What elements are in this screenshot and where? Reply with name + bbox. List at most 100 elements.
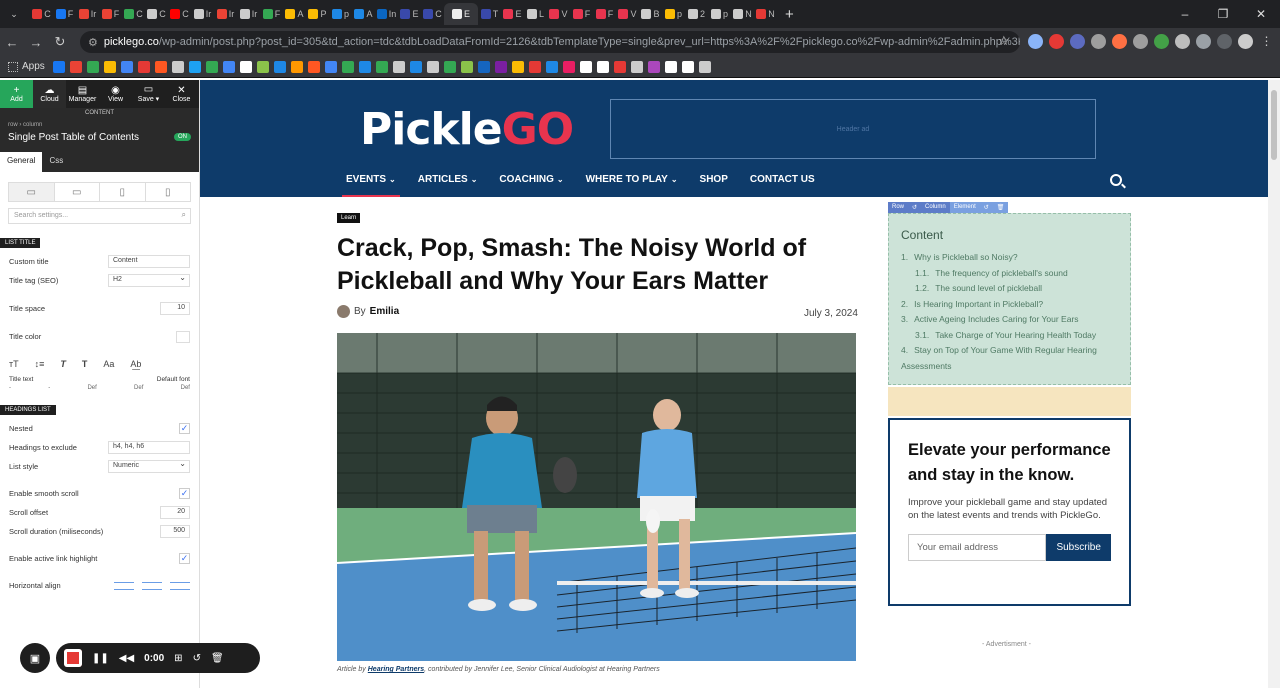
extension-icon[interactable] [1175,34,1190,49]
browser-tab[interactable]: F [593,3,616,25]
back-icon[interactable]: ← [0,35,24,50]
browser-tab[interactable]: C [30,3,53,25]
bookmark-icon[interactable] [443,60,456,73]
bold-icon[interactable]: T [82,359,88,369]
bookmark-icon[interactable] [681,60,694,73]
bookmark-icon[interactable] [256,60,269,73]
browser-tab[interactable]: B [639,3,662,25]
toc-item[interactable]: 1. Why is Pickleball so Noisy? [901,250,1118,266]
extension-icon[interactable] [1154,34,1169,49]
minimize-button[interactable]: – [1166,0,1204,28]
line-height-icon[interactable]: ↕≡ [35,359,45,369]
new-tab-button[interactable]: + [785,6,794,23]
site-info-icon[interactable]: ⚙ [88,36,98,49]
bookmark-icon[interactable] [171,60,184,73]
url-input[interactable]: ⚙ picklego.co/wp-admin/post.php?post_id=… [80,31,1020,53]
picklego-logo[interactable]: PickleGO [360,104,574,155]
element-control[interactable]: Column [921,202,950,213]
toolbar-plus-button[interactable]: + Add [0,80,33,108]
align-left-icon[interactable] [114,581,134,590]
menu-item-coaching[interactable]: COACHING ⌄ [499,174,563,197]
extension-icon[interactable] [1070,34,1085,49]
bookmark-icon[interactable] [375,60,388,73]
camera-icon[interactable]: ▣ [20,643,50,673]
search-icon[interactable] [1110,174,1122,186]
browser-tab[interactable]: F [53,3,76,25]
typo-default[interactable]: - [48,385,50,397]
bookmark-icon[interactable] [324,60,337,73]
browser-tab[interactable]: N [731,3,754,25]
bookmark-icon[interactable] [545,60,558,73]
bookmark-icon[interactable] [290,60,303,73]
toc-item[interactable]: 3.1. Take Charge of Your Hearing Health T… [901,328,1118,344]
bookmark-icon[interactable] [52,60,65,73]
split-icon[interactable] [1217,34,1232,49]
reload-icon[interactable]: ↻ [48,34,72,50]
bookmark-icon[interactable] [307,60,320,73]
bookmark-icon[interactable] [103,60,116,73]
toolbar-close-button[interactable]: ✕ Close [165,80,198,108]
browser-tab[interactable]: C [421,3,444,25]
bookmark-icon[interactable] [511,60,524,73]
align-right-icon[interactable] [170,581,190,590]
table-of-contents[interactable]: Content 1. Why is Pickleball so Noisy? 1.1… [888,213,1131,385]
puzzle-icon[interactable] [1196,34,1211,49]
tab-search-icon[interactable]: ⌄ [6,6,22,22]
phone-icon[interactable]: ▯ [146,183,191,201]
smooth-scroll-checkbox[interactable]: ✓ [179,488,190,499]
stop-record-button[interactable] [64,649,82,667]
extension-icon[interactable] [1133,34,1148,49]
toolbar-save-button[interactable]: ▭ Save ▾ [132,80,165,108]
custom-title-input[interactable]: Content [108,255,190,268]
browser-tab[interactable]: F [99,3,122,25]
grid-icon[interactable]: ⊞ [174,653,182,664]
desktop-icon[interactable]: ▭ [9,183,55,201]
forward-icon[interactable]: → [24,35,48,50]
menu-item-articles[interactable]: ARTICLES ⌄ [418,174,478,197]
tab-general[interactable]: General [0,152,43,172]
bookmark-icon[interactable] [341,60,354,73]
scrollbar-thumb[interactable] [1271,90,1277,160]
letter-spacing-icon[interactable]: A͟b [130,359,141,369]
browser-tab[interactable]: P [306,3,329,25]
extension-icon[interactable] [1028,34,1043,49]
active-link-checkbox[interactable]: ✓ [179,553,190,564]
browser-tab[interactable]: T [478,3,501,25]
browser-tab[interactable]: V [616,3,639,25]
scroll-offset-input[interactable]: 20 [160,506,190,519]
subscribe-button[interactable]: Subscribe [1046,534,1111,561]
bookmark-icon[interactable] [528,60,541,73]
bookmark-icon[interactable] [120,60,133,73]
element-toggle[interactable]: ON [174,133,191,141]
font-size-icon[interactable]: ᴛT [9,359,19,369]
bookmark-icon[interactable] [222,60,235,73]
browser-tab[interactable]: C [168,3,191,25]
list-style-select[interactable]: Numeric [108,459,190,473]
browser-tab[interactable]: C [145,3,168,25]
bookmark-icon[interactable] [596,60,609,73]
browser-tab[interactable]: C [122,3,145,25]
bookmark-icon[interactable] [562,60,575,73]
browser-tab[interactable]: p [708,3,731,25]
email-input[interactable]: Your email address [908,534,1047,561]
tab-css[interactable]: Css [42,152,70,172]
bookmark-apps[interactable]: Apps [8,61,45,72]
menu-dots-icon[interactable]: ⋮ [1259,34,1274,49]
browser-tab[interactable]: E [444,3,478,25]
toc-item[interactable]: 3. Active Ageing Includes Caring for Your… [901,312,1118,328]
toc-item[interactable]: 4. Stay on Top of Your Game With Regular … [901,343,1118,374]
title-font-select[interactable]: Default font [157,376,190,383]
caption-link[interactable]: Hearing Partners [368,666,424,673]
title-tag-select[interactable]: H2 [108,273,190,287]
bookmark-icon[interactable] [239,60,252,73]
close-window-button[interactable]: ✕ [1242,0,1280,28]
tablet-portrait-icon[interactable]: ▯ [100,183,146,201]
browser-tab[interactable]: Ir [237,3,260,25]
browser-tab[interactable]: F [570,3,593,25]
element-control[interactable]: ↺ [979,202,993,213]
bookmark-icon[interactable] [392,60,405,73]
browser-tab[interactable]: p [662,3,685,25]
title-space-input[interactable]: 10 [160,302,190,315]
browser-tab[interactable]: Ir [76,3,99,25]
scroll-duration-input[interactable]: 500 [160,525,190,538]
